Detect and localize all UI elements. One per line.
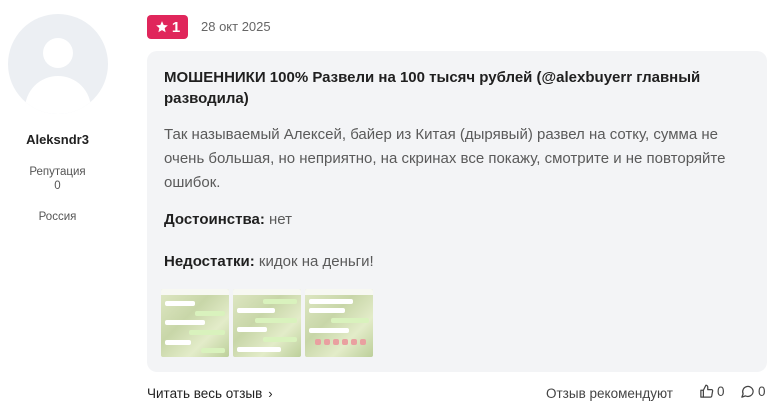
read-full-review-link[interactable]: Читать весь отзыв ›	[147, 386, 273, 401]
rating-value: 1	[171, 18, 181, 36]
reputation-value: 0	[54, 180, 61, 192]
review-pros: Достоинства: нет	[164, 211, 292, 228]
comments-button[interactable]: 0	[740, 384, 766, 399]
pros-label: Достоинства:	[164, 211, 265, 228]
read-full-review-label: Читать весь отзыв	[147, 386, 263, 401]
avatar[interactable]	[8, 14, 108, 114]
pros-value: нет	[264, 211, 292, 228]
author-name[interactable]: Aleksndr3	[0, 132, 115, 147]
thumbs-up-icon	[700, 384, 714, 398]
like-count: 0	[717, 384, 725, 399]
star-icon	[155, 21, 168, 33]
attachments	[161, 289, 373, 357]
cons-value: кидок на деньги!	[254, 253, 374, 270]
attachment-thumbnail[interactable]	[305, 289, 373, 357]
cons-label: Недостатки:	[164, 253, 255, 270]
attachment-thumbnail[interactable]	[233, 289, 301, 357]
rating-badge: 1	[147, 15, 188, 39]
chevron-right-icon: ›	[268, 386, 273, 401]
avatar-head-shape	[43, 38, 73, 68]
review-card: МОШЕННИКИ 100% Развели на 100 тысяч рубл…	[147, 51, 767, 372]
comment-icon	[741, 385, 754, 398]
like-button[interactable]: 0	[699, 384, 725, 399]
author-sidebar: Aleksndr3 Репутация 0 Россия	[0, 0, 128, 411]
reputation-label: Репутация	[29, 166, 86, 178]
review-cons: Недостатки: кидок на деньги!	[164, 253, 374, 270]
review-text: Так называемый Алексей, байер из Китая (…	[164, 126, 726, 191]
attachment-thumbnail[interactable]	[161, 289, 229, 357]
recommend-label: Отзыв рекомендуют	[546, 386, 673, 401]
author-country: Россия	[38, 211, 77, 223]
comment-count: 0	[758, 384, 766, 399]
review-title[interactable]: МОШЕННИКИ 100% Развели на 100 тысяч рубл…	[164, 67, 754, 109]
review-date: 28 окт 2025	[201, 19, 271, 34]
avatar-body-shape	[25, 76, 91, 114]
